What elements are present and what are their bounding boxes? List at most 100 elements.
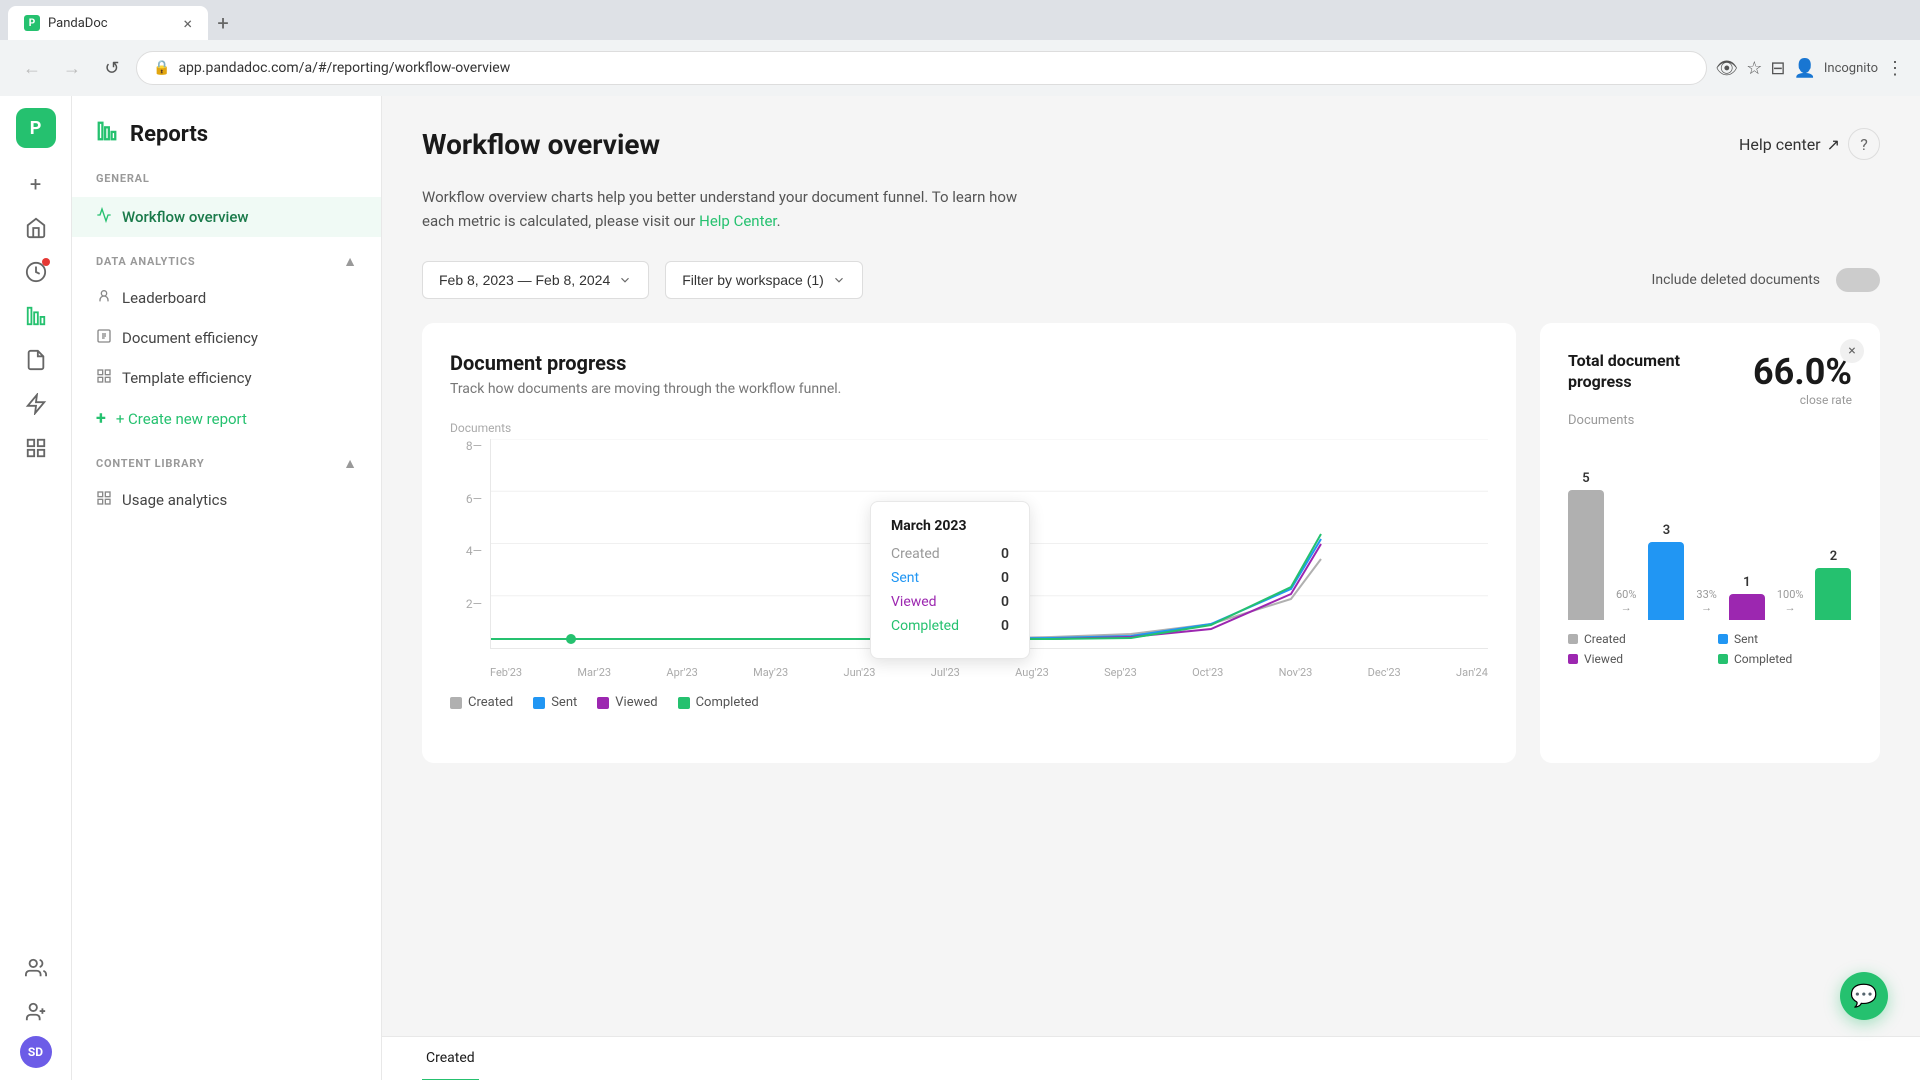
help-center-link[interactable]: Help center ↗ xyxy=(1739,135,1840,154)
bar-value-sent: 3 xyxy=(1663,523,1670,538)
eye-icon[interactable]: 👁 xyxy=(1715,58,1738,79)
include-deleted-toggle[interactable] xyxy=(1836,268,1880,292)
bar-value-completed: 2 xyxy=(1830,549,1837,564)
legend-sent: Sent xyxy=(533,695,577,710)
back-button[interactable]: ← xyxy=(16,52,48,84)
people-icon[interactable] xyxy=(16,948,56,988)
sidebar-item-document-efficiency[interactable]: Document efficiency xyxy=(72,318,381,358)
sidebar-item-usage-analytics[interactable]: Usage analytics xyxy=(72,480,381,520)
content-library-header[interactable]: CONTENT LIBRARY ▲ xyxy=(72,455,381,480)
help-icon-button[interactable]: ? xyxy=(1848,128,1880,160)
flash-icon[interactable] xyxy=(16,384,56,424)
charts-area: Document progress Track how documents ar… xyxy=(422,323,1880,763)
sidebar-item-create-new-report[interactable]: + + Create new report xyxy=(72,398,381,439)
chat-icon: 💬 xyxy=(1850,984,1877,1009)
tab-favicon: P xyxy=(24,15,40,31)
tooltip-title: March 2023 xyxy=(891,518,1009,534)
bookmark-icon[interactable]: ☆ xyxy=(1746,58,1762,79)
create-button[interactable]: + xyxy=(16,164,56,204)
date-range-filter[interactable]: Feb 8, 2023 — Feb 8, 2024 xyxy=(422,261,649,299)
legend-completed-dot xyxy=(678,697,690,709)
arrow-60pct: 60% → xyxy=(1616,588,1636,614)
tooltip-sent-value: 0 xyxy=(1001,570,1009,586)
tooltip-completed-value: 0 xyxy=(1001,618,1009,634)
legend-created: Created xyxy=(450,695,513,710)
bar-viewed xyxy=(1729,594,1765,620)
sidebar-item-workflow-overview[interactable]: Workflow overview xyxy=(72,197,381,237)
right-legend-viewed: Viewed xyxy=(1568,652,1702,666)
page-header: Workflow overview Help center ↗ ? xyxy=(422,128,1880,161)
reports-icon[interactable] xyxy=(16,296,56,336)
sidebar-item-template-efficiency[interactable]: Template efficiency xyxy=(72,358,381,398)
workspace-filter[interactable]: Filter by workspace (1) xyxy=(665,261,863,299)
sidebar-header: Reports xyxy=(72,120,381,172)
arrow-right-2: → xyxy=(1701,601,1712,614)
active-tab[interactable]: P PandaDoc × xyxy=(8,6,208,40)
x-label-mar23: Mar'23 xyxy=(577,666,611,679)
y-label-6: 6— xyxy=(466,492,482,506)
sidebar-title: Reports xyxy=(130,122,208,147)
data-analytics-header[interactable]: DATA ANALYTICS ▲ xyxy=(72,253,381,278)
right-legend-created-label: Created xyxy=(1584,632,1626,646)
menu-icon[interactable]: ⋮ xyxy=(1886,58,1904,79)
bar-group-created: 5 xyxy=(1568,471,1604,620)
page-description: Workflow overview charts help you better… xyxy=(422,185,1022,233)
content-library-chevron: ▲ xyxy=(343,455,357,472)
pct-100: 100% xyxy=(1777,588,1804,601)
y-axis-label: Documents xyxy=(450,421,1488,435)
date-range-text: Feb 8, 2023 — Feb 8, 2024 xyxy=(439,272,610,288)
template-icon[interactable] xyxy=(16,428,56,468)
total-document-progress-card: × Total documentprogress 66.0% close rat… xyxy=(1540,323,1880,763)
icon-rail: P + SD xyxy=(0,96,72,1080)
bar-group-completed: 2 xyxy=(1815,549,1851,620)
user-avatar[interactable]: SD xyxy=(20,1036,52,1068)
bar-value-created: 5 xyxy=(1582,471,1589,486)
date-range-chevron-icon xyxy=(618,273,632,287)
legend-viewed-label: Viewed xyxy=(615,695,657,710)
address-bar[interactable]: 🔒 app.pandadoc.com/a/#/reporting/workflo… xyxy=(136,51,1707,85)
right-legend-created: Created xyxy=(1568,632,1702,646)
percentage-block: 66.0% close rate xyxy=(1753,351,1852,407)
workspace-chevron-icon xyxy=(832,273,846,287)
y-axis: 8— 6— 4— 2— xyxy=(450,439,490,649)
tab-close-button[interactable]: × xyxy=(183,14,192,33)
legend-sent-dot xyxy=(533,697,545,709)
chat-bubble-button[interactable]: 💬 xyxy=(1840,972,1888,1020)
app: P + SD xyxy=(0,96,1920,1080)
content-library-label: CONTENT LIBRARY xyxy=(96,457,204,470)
tooltip-row-created: Created 0 xyxy=(891,546,1009,562)
new-tab-button[interactable]: + xyxy=(208,6,238,40)
right-legend-sent-label: Sent xyxy=(1734,632,1758,646)
arrow-right-1: → xyxy=(1621,601,1632,614)
bottom-tab-created[interactable]: Created xyxy=(422,1037,479,1080)
refresh-button[interactable]: ↺ xyxy=(96,52,128,84)
activity-icon[interactable] xyxy=(16,252,56,292)
home-icon[interactable] xyxy=(16,208,56,248)
add-user-icon[interactable] xyxy=(16,992,56,1032)
data-analytics-section: DATA ANALYTICS ▲ Leaderboard Document ef… xyxy=(72,253,381,439)
document-efficiency-icon xyxy=(96,328,112,348)
filters-bar: Feb 8, 2023 — Feb 8, 2024 Filter by work… xyxy=(422,261,1880,299)
y-label-2: 2— xyxy=(466,597,482,611)
forward-button[interactable]: → xyxy=(56,52,88,84)
split-icon[interactable]: ⊟ xyxy=(1770,58,1785,79)
profile-icon[interactable]: 👤 xyxy=(1793,58,1815,79)
template-efficiency-icon xyxy=(96,368,112,388)
pct-33: 33% xyxy=(1696,588,1716,601)
help-center-description-link[interactable]: Help Center xyxy=(699,212,777,230)
help-center-arrow-icon: ↗ xyxy=(1827,135,1840,154)
description-end: . xyxy=(777,212,781,230)
document-progress-subtitle: Track how documents are moving through t… xyxy=(450,381,1488,397)
documents-icon[interactable] xyxy=(16,340,56,380)
browser-chrome: P PandaDoc × + ← → ↺ 🔒 app.pandadoc.com/… xyxy=(0,0,1920,96)
data-analytics-chevron: ▲ xyxy=(343,253,357,270)
bar-group-viewed: 1 xyxy=(1729,575,1765,620)
bar-value-viewed: 1 xyxy=(1743,575,1750,590)
legend-completed: Completed xyxy=(678,695,759,710)
help-center-label: Help center xyxy=(1739,135,1821,154)
sidebar: Reports GENERAL Workflow overview DATA A… xyxy=(72,96,382,1080)
close-button[interactable]: × xyxy=(1840,339,1864,363)
sidebar-item-leaderboard[interactable]: Leaderboard xyxy=(72,278,381,318)
leaderboard-label: Leaderboard xyxy=(122,289,206,307)
nav-actions: 👁 ☆ ⊟ 👤 Incognito ⋮ xyxy=(1715,58,1904,79)
